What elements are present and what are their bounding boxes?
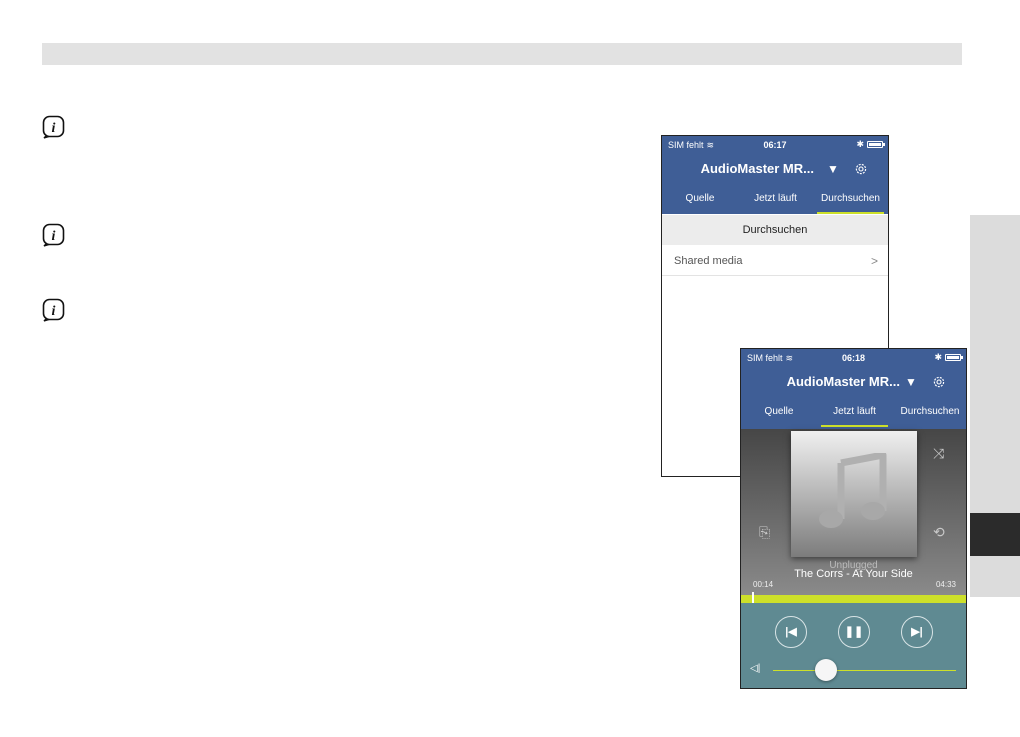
status-bar: SIM fehlt ≋ 06:17 ✱ xyxy=(662,136,888,154)
side-chapter-tab-active xyxy=(970,513,1020,556)
triangle-down-icon[interactable]: ▼ xyxy=(905,375,917,389)
battery-icon xyxy=(867,141,885,148)
section-title: Durchsuchen xyxy=(662,215,888,245)
speaker-icon: ◁| xyxy=(750,663,761,674)
time-elapsed: 00:14 xyxy=(753,580,774,589)
chevron-right-icon: > xyxy=(870,254,878,268)
volume-knob[interactable] xyxy=(815,659,837,681)
svg-text:i: i xyxy=(52,229,56,244)
info-icon: i xyxy=(42,298,66,322)
info-icon: i xyxy=(42,223,66,247)
now-playing-screen: SIM fehlt ≋ 06:18 ✱ AudioMaster MR... ▼ Q… xyxy=(740,348,967,689)
device-selector[interactable]: AudioMaster MR... ▼ xyxy=(741,374,966,396)
device-name: AudioMaster MR... xyxy=(700,161,814,176)
tab-durchsuchen[interactable]: Durchsuchen xyxy=(813,186,888,214)
music-note-icon xyxy=(819,453,887,528)
bluetooth-icon: ✱ xyxy=(934,352,942,362)
skip-previous-icon: |◀ xyxy=(785,626,797,638)
next-button[interactable]: ▶| xyxy=(901,616,933,648)
browse-tabs: Quelle Jetzt läuft Durchsuchen xyxy=(662,186,888,214)
tab-quelle[interactable]: Quelle xyxy=(741,399,817,427)
share-icon[interactable]: ⎘ xyxy=(759,524,770,541)
status-bar: SIM fehlt ≋ 06:18 ✱ xyxy=(741,349,966,367)
device-selector[interactable]: AudioMaster MR... ▼ xyxy=(662,161,888,183)
time-total: 04:33 xyxy=(935,580,956,589)
list-item-shared-media[interactable]: Shared media > xyxy=(662,246,888,276)
previous-button[interactable]: |◀ xyxy=(775,616,807,648)
status-time: 06:17 xyxy=(763,140,787,150)
now-playing-tabs: Quelle Jetzt läuft Durchsuchen xyxy=(741,399,966,427)
browse-header: SIM fehlt ≋ 06:17 ✱ AudioMaster MR... ▼ Q… xyxy=(662,136,888,214)
album-art-area: ⤨ ⎘ ⟲ Unplugged The Corrs - At Your Side… xyxy=(741,429,966,595)
status-time: 06:18 xyxy=(841,353,866,363)
svg-text:i: i xyxy=(52,121,56,136)
now-playing-header: SIM fehlt ≋ 06:18 ✱ AudioMaster MR... ▼ Q… xyxy=(741,349,966,429)
gear-icon[interactable] xyxy=(932,375,946,389)
repeat-icon[interactable]: ⟲ xyxy=(933,524,945,541)
triangle-down-icon[interactable]: ▼ xyxy=(827,162,839,176)
album-cover xyxy=(791,431,917,557)
svg-text:i: i xyxy=(52,304,56,319)
volume-slider[interactable] xyxy=(773,670,956,671)
list-item-label: Shared media xyxy=(674,255,743,267)
tab-jetzt-laeuft[interactable]: Jetzt läuft xyxy=(738,186,813,214)
progress-bar[interactable] xyxy=(741,592,966,606)
pause-button[interactable]: ❚❚ xyxy=(838,616,870,648)
info-icon: i xyxy=(42,115,66,139)
playback-controls: |◀ ❚❚ ▶| ◁| xyxy=(741,603,966,688)
pause-icon: ❚❚ xyxy=(844,626,864,638)
tab-jetzt-laeuft[interactable]: Jetzt läuft xyxy=(817,399,892,427)
track-title: The Corrs - At Your Side xyxy=(794,568,913,580)
bluetooth-icon: ✱ xyxy=(856,139,864,149)
device-name: AudioMaster MR... xyxy=(786,374,900,389)
top-header-bar xyxy=(42,43,962,65)
gear-icon[interactable] xyxy=(854,162,868,176)
skip-next-icon: ▶| xyxy=(911,626,923,638)
battery-icon xyxy=(945,354,963,361)
tab-quelle[interactable]: Quelle xyxy=(662,186,738,214)
shuffle-icon[interactable]: ⤨ xyxy=(933,445,944,462)
tab-durchsuchen[interactable]: Durchsuchen xyxy=(892,399,966,427)
